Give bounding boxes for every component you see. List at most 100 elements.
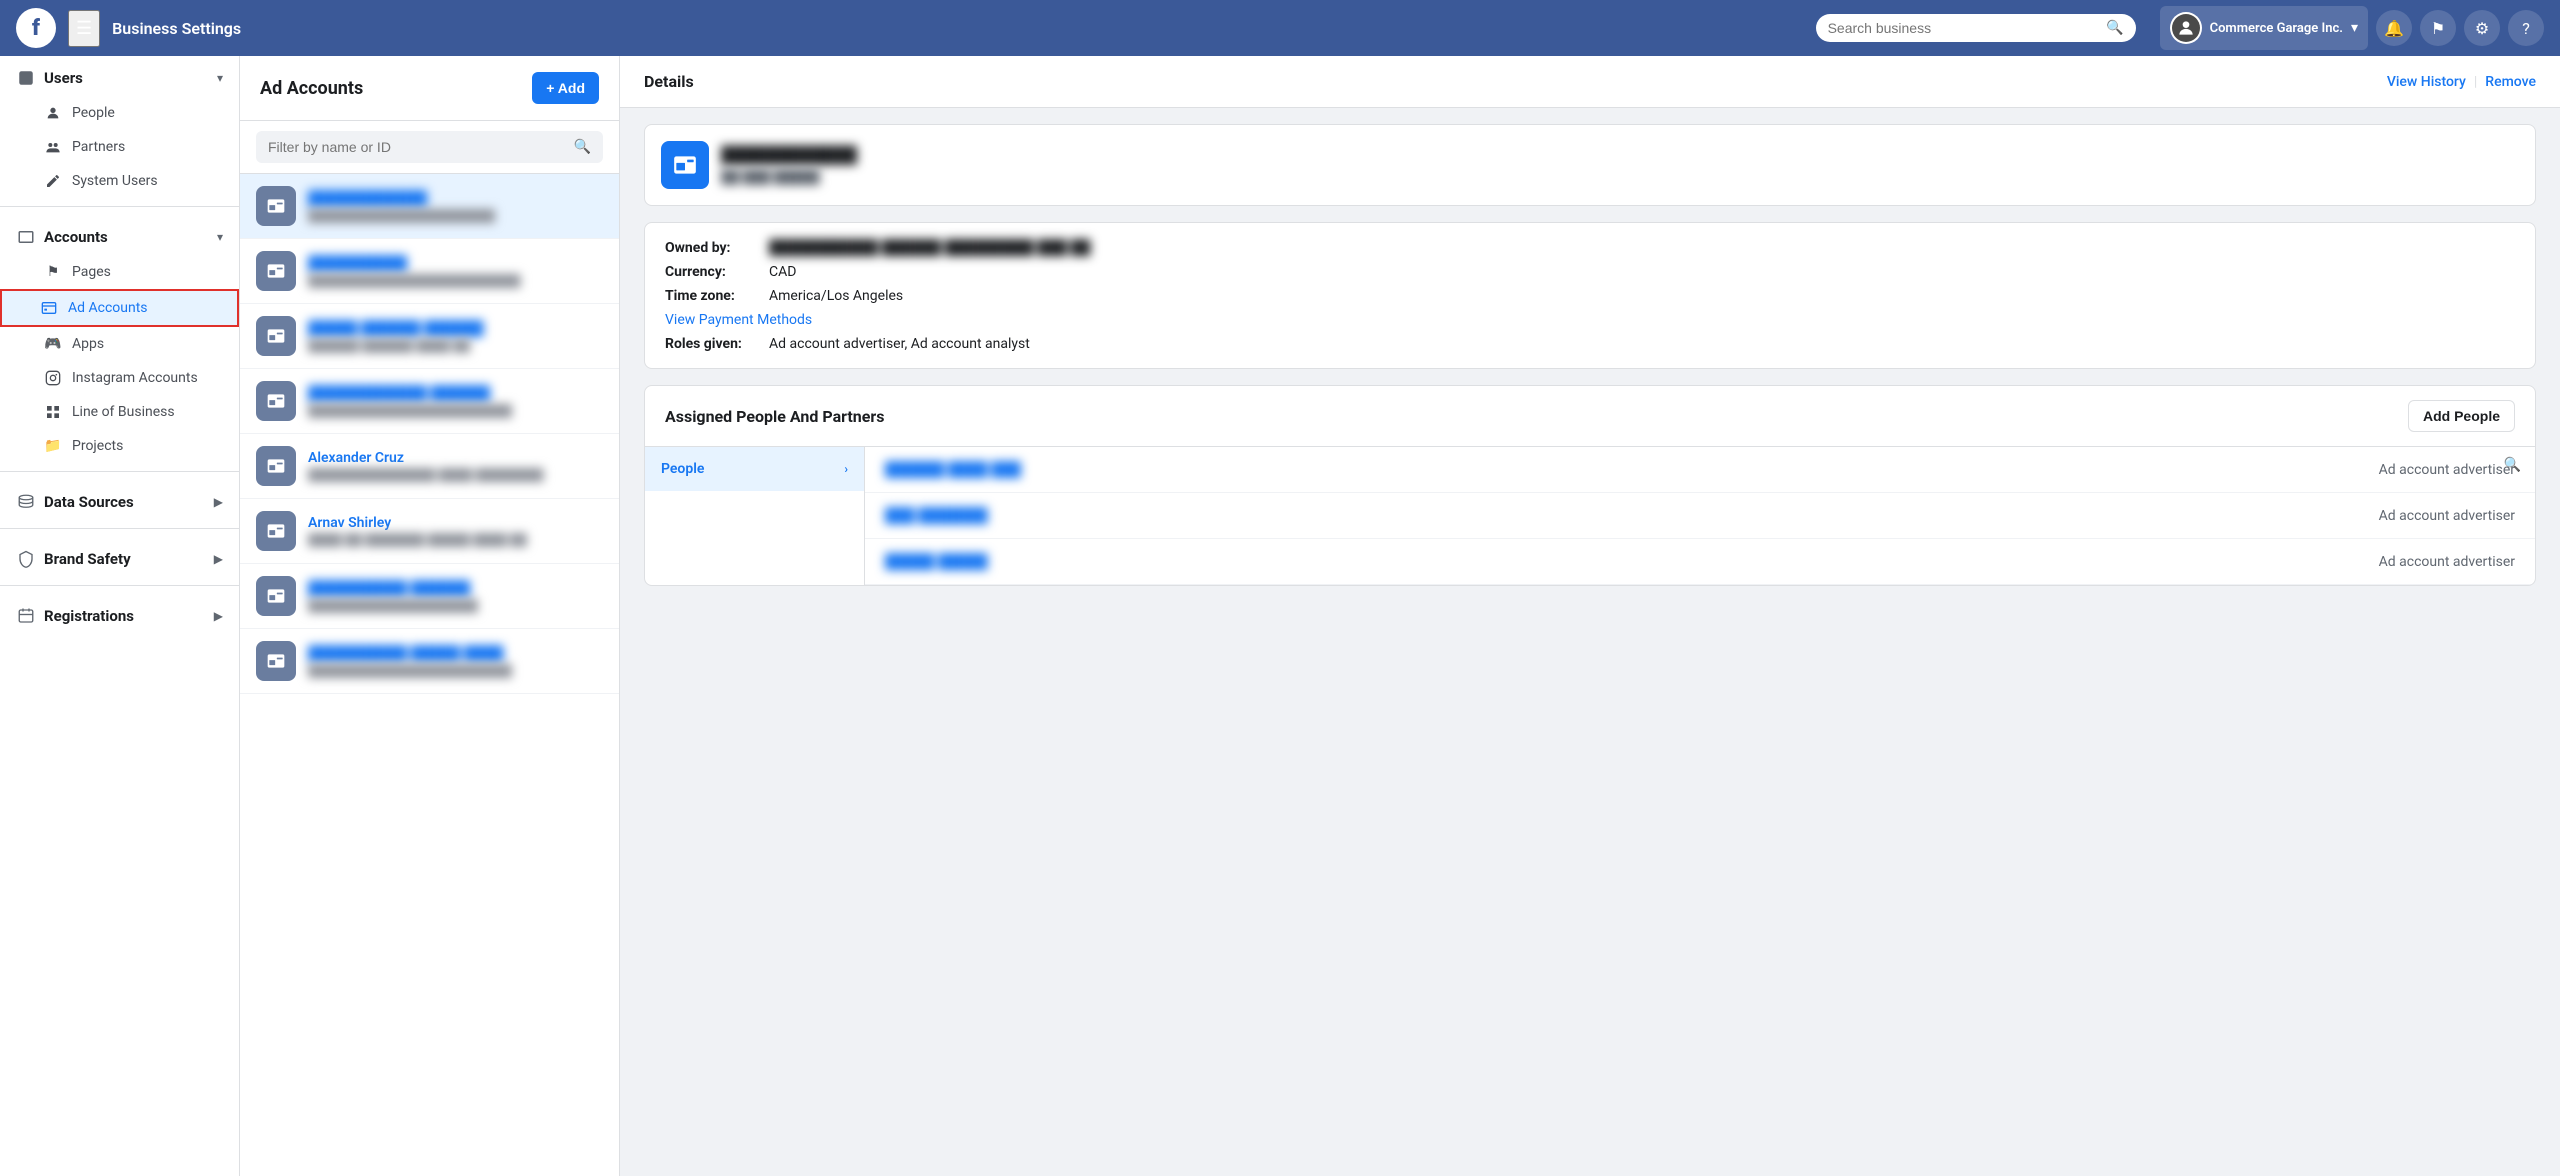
- account-list-item[interactable]: ██████████ █████ ████ ██████████████████…: [240, 629, 619, 694]
- account-info: Arnav Shirley ████ ██ ███████ █████ ████…: [308, 515, 603, 547]
- person-name: ███ ███████: [885, 507, 988, 524]
- assigned-person: ██████ ████ ███ Ad account advertiser: [865, 447, 2535, 493]
- account-info: ████████████ ██████ ████████████████████…: [308, 385, 603, 418]
- timezone-label: Time zone:: [665, 288, 765, 304]
- account-info: ████████████ ██████████████████████: [308, 190, 603, 223]
- instagram-icon: [44, 369, 62, 387]
- account-icon: [256, 511, 296, 551]
- sidebar-item-system-users[interactable]: System Users: [0, 164, 239, 198]
- sidebar-item-people[interactable]: People: [0, 96, 239, 130]
- account-avatar: [2170, 12, 2202, 44]
- account-list-item[interactable]: Alexander Cruz ███████████████ ████ ████…: [240, 434, 619, 499]
- person-role: Ad account advertiser: [2379, 554, 2515, 570]
- payment-methods-link[interactable]: View Payment Methods: [665, 312, 812, 328]
- notifications-button[interactable]: 🔔: [2376, 10, 2412, 46]
- account-name-blurred: █████ ██████ ██████: [308, 320, 603, 337]
- owned-by-value: ███████████ ██████ █████████ ███ ██: [769, 239, 1090, 256]
- assigned-search-icon[interactable]: 🔍: [2504, 457, 2521, 473]
- account-name: Alexander Cruz: [308, 450, 603, 466]
- account-icon: [256, 641, 296, 681]
- roles-given-value: Ad account advertiser, Ad account analys…: [769, 336, 1030, 352]
- account-list-item[interactable]: Arnav Shirley ████ ██ ███████ █████ ████…: [240, 499, 619, 564]
- search-icon: 🔍: [2106, 20, 2123, 36]
- settings-button[interactable]: ⚙: [2464, 10, 2500, 46]
- account-info: ██████████ █████ ████ ██████████████████…: [308, 645, 603, 678]
- account-list-item[interactable]: ██████████ ██████ ████████████████████: [240, 564, 619, 629]
- sidebar-item-apps[interactable]: 🎮 Apps: [0, 327, 239, 361]
- account-icon: [256, 186, 296, 226]
- sidebar-item-ad-accounts[interactable]: Ad Accounts: [0, 289, 239, 327]
- registrations-header[interactable]: Registrations ▶: [0, 594, 239, 634]
- filter-search-icon: 🔍: [574, 139, 591, 155]
- person-role: Ad account advertiser: [2379, 462, 2515, 478]
- remove-link[interactable]: Remove: [2485, 74, 2536, 90]
- sidebar-item-projects[interactable]: 📁 Projects: [0, 429, 239, 463]
- owned-by-label: Owned by:: [665, 240, 765, 256]
- users-section-header[interactable]: Users ▾: [0, 56, 239, 96]
- filter-input[interactable]: [268, 139, 566, 155]
- person-name: ██████ ████ ███: [885, 461, 1021, 478]
- data-sources-chevron-icon: ▶: [214, 495, 223, 509]
- timezone-row: Time zone: America/Los Angeles: [665, 288, 2515, 304]
- details-header: Details View History | Remove: [620, 56, 2560, 108]
- assigned-tab-people[interactable]: People ›: [645, 447, 864, 491]
- sidebar-item-instagram-accounts[interactable]: Instagram Accounts: [0, 361, 239, 395]
- projects-icon: 📁: [44, 437, 62, 455]
- add-button[interactable]: + Add: [532, 72, 599, 104]
- pages-icon: ⚑: [44, 263, 62, 281]
- ad-accounts-icon: [40, 299, 58, 317]
- middle-header: Ad Accounts + Add: [240, 56, 619, 121]
- filter-bar: 🔍: [240, 121, 619, 174]
- data-sources-header[interactable]: Data Sources ▶: [0, 480, 239, 520]
- account-info: ██████████ █████████████████████████: [308, 255, 603, 288]
- payment-methods-row: View Payment Methods: [665, 312, 2515, 328]
- separator: |: [2474, 74, 2477, 90]
- sidebar-item-line-of-business[interactable]: Line of Business: [0, 395, 239, 429]
- account-list-item[interactable]: ████████████ ██████ ████████████████████…: [240, 369, 619, 434]
- account-list-item[interactable]: ██████████ █████████████████████████: [240, 239, 619, 304]
- lob-icon: [44, 403, 62, 421]
- account-name-blurred: ██████████ ██████: [308, 580, 603, 597]
- sidebar: Users ▾ People Partners System: [0, 56, 240, 1176]
- partners-icon: [44, 138, 62, 156]
- owned-by-row: Owned by: ███████████ ██████ █████████ █…: [665, 239, 2515, 256]
- avatar-initials: [2172, 14, 2200, 42]
- account-name-blurred: ████████████ ██████: [308, 385, 603, 402]
- system-users-icon: [44, 172, 62, 190]
- account-dropdown-icon: ▾: [2351, 20, 2358, 36]
- hamburger-button[interactable]: ☰: [68, 10, 100, 47]
- top-nav: f ☰ Business Settings 🔍 Commerce Garage …: [0, 0, 2560, 56]
- middle-panel: Ad Accounts + Add 🔍 ████████████ ███████…: [240, 56, 620, 1176]
- people-icon: [44, 104, 62, 122]
- users-section-title: Users: [16, 68, 83, 88]
- search-input[interactable]: [1828, 20, 2099, 36]
- account-list-item[interactable]: █████ ██████ ██████ ██████ ██████ ████ █…: [240, 304, 619, 369]
- add-people-button[interactable]: Add People: [2408, 400, 2515, 432]
- account-list-item[interactable]: ████████████ ██████████████████████: [240, 174, 619, 239]
- account-list: ████████████ ██████████████████████ ████…: [240, 174, 619, 1176]
- middle-title: Ad Accounts: [260, 78, 363, 99]
- account-switcher[interactable]: Commerce Garage Inc. ▾: [2160, 6, 2368, 50]
- account-sub-blurred: ████████████████████: [308, 599, 603, 613]
- help-button[interactable]: ?: [2508, 10, 2544, 46]
- account-card-info: ████████████ ██ ███ █████: [721, 145, 857, 185]
- assigned-section: Assigned People And Partners Add People …: [644, 385, 2536, 586]
- brand-safety-header[interactable]: Brand Safety ▶: [0, 537, 239, 577]
- nav-title: Business Settings: [112, 19, 241, 38]
- view-history-link[interactable]: View History: [2387, 74, 2466, 90]
- accounts-section-header[interactable]: Accounts ▾: [0, 215, 239, 255]
- account-name-blurred: ██████████: [308, 255, 603, 272]
- users-icon: [16, 68, 36, 88]
- account-card-name: ████████████: [721, 145, 857, 165]
- data-sources-title: Data Sources: [16, 492, 134, 512]
- brand-safety-section: Brand Safety ▶: [0, 537, 239, 577]
- flag-button[interactable]: ⚑: [2420, 10, 2456, 46]
- sidebar-item-pages[interactable]: ⚑ Pages: [0, 255, 239, 289]
- account-icon: [256, 576, 296, 616]
- sidebar-item-partners[interactable]: Partners: [0, 130, 239, 164]
- account-info: Alexander Cruz ███████████████ ████ ████…: [308, 450, 603, 482]
- registrations-icon: [16, 606, 36, 626]
- currency-label: Currency:: [665, 264, 765, 280]
- account-name-blurred: ██████████ █████ ████: [308, 645, 603, 662]
- assigned-right: 🔍 ██████ ████ ███ Ad account advertiser …: [865, 447, 2535, 585]
